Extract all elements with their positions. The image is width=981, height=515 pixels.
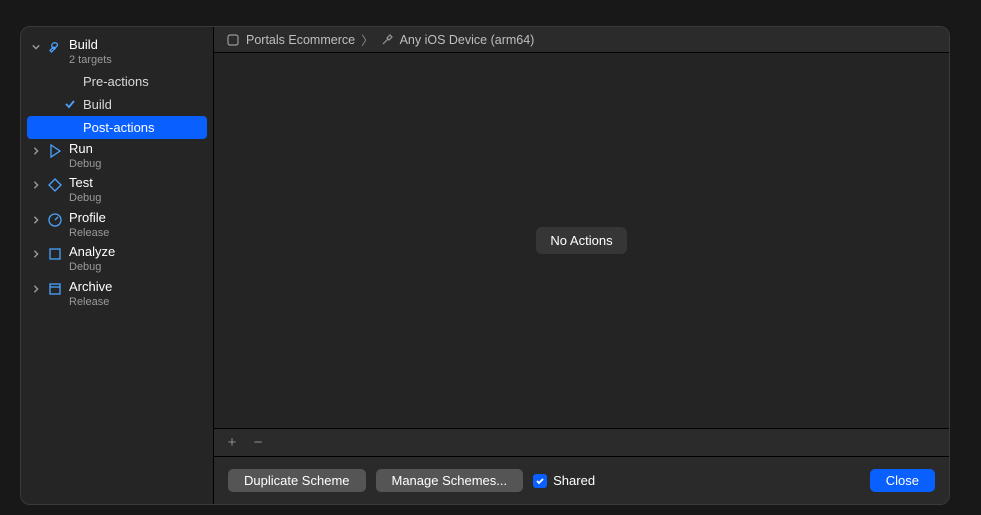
scheme-editor-sheet: Build 2 targets Pre-actions Build Post-a… xyxy=(20,26,950,505)
remove-action-button[interactable]: − xyxy=(250,435,266,450)
breadcrumb-target[interactable]: Any iOS Device (arm64) xyxy=(400,33,535,47)
chevron-right-icon: 〉 xyxy=(361,30,374,49)
sidebar-item-run[interactable]: Run Debug xyxy=(21,139,213,174)
checkmark-icon xyxy=(63,98,77,110)
sidebar-child-post-actions[interactable]: Post-actions xyxy=(27,116,207,139)
chevron-right-icon[interactable] xyxy=(31,146,41,156)
sidebar-item-sublabel: 2 targets xyxy=(69,54,112,67)
chevron-right-icon[interactable] xyxy=(31,284,41,294)
play-icon xyxy=(47,143,63,159)
sidebar-item-analyze[interactable]: Analyze Debug xyxy=(21,242,213,277)
app-icon xyxy=(226,33,240,47)
sidebar-item-archive[interactable]: Archive Release xyxy=(21,277,213,312)
sidebar-item-build[interactable]: Build 2 targets xyxy=(21,35,213,70)
sidebar-child-pre-actions[interactable]: Pre-actions xyxy=(27,70,207,93)
chevron-right-icon[interactable] xyxy=(31,215,41,225)
sidebar-item-sublabel: Release xyxy=(69,296,112,309)
sidebar-item-label: Archive xyxy=(69,280,112,295)
empty-state-label: No Actions xyxy=(536,227,626,254)
breadcrumb: Portals Ecommerce 〉 Any iOS Device (arm6… xyxy=(214,27,949,53)
sidebar-item-label: Analyze xyxy=(69,245,115,260)
close-button[interactable]: Close xyxy=(870,469,935,492)
sidebar-item-label: Profile xyxy=(69,211,109,226)
sidebar-item-profile[interactable]: Profile Release xyxy=(21,208,213,243)
manage-schemes-button[interactable]: Manage Schemes... xyxy=(376,469,524,492)
shared-checkbox[interactable]: Shared xyxy=(533,473,595,488)
chevron-down-icon[interactable] xyxy=(31,42,41,52)
hammer-icon xyxy=(380,33,394,47)
chevron-right-icon[interactable] xyxy=(31,249,41,259)
sidebar-item-label: Pre-actions xyxy=(83,74,149,89)
main-panel: Portals Ecommerce 〉 Any iOS Device (arm6… xyxy=(213,27,949,504)
sidebar-item-sublabel: Debug xyxy=(69,192,101,205)
sidebar-item-label: Run xyxy=(69,142,101,157)
sidebar-item-sublabel: Release xyxy=(69,227,109,240)
actions-content-area: No Actions xyxy=(214,53,949,428)
sidebar-child-build[interactable]: Build xyxy=(27,93,207,116)
sidebar-item-label: Post-actions xyxy=(83,120,155,135)
add-remove-toolbar: + − xyxy=(214,428,949,456)
sidebar-item-label: Build xyxy=(83,97,112,112)
test-diamond-icon xyxy=(47,177,63,193)
archive-icon xyxy=(47,281,63,297)
scheme-sidebar: Build 2 targets Pre-actions Build Post-a… xyxy=(21,27,213,504)
wrench-icon xyxy=(47,39,63,55)
chevron-right-icon[interactable] xyxy=(31,180,41,190)
sheet-footer: Duplicate Scheme Manage Schemes... Share… xyxy=(214,456,949,504)
sidebar-item-label: Build xyxy=(69,38,112,53)
sidebar-item-sublabel: Debug xyxy=(69,158,101,171)
sidebar-item-label: Test xyxy=(69,176,101,191)
duplicate-scheme-button[interactable]: Duplicate Scheme xyxy=(228,469,366,492)
shared-label: Shared xyxy=(553,473,595,488)
add-action-button[interactable]: + xyxy=(224,435,240,450)
breadcrumb-project[interactable]: Portals Ecommerce xyxy=(246,33,355,47)
gauge-icon xyxy=(47,212,63,228)
sidebar-item-test[interactable]: Test Debug xyxy=(21,173,213,208)
analyze-icon xyxy=(47,246,63,262)
checkbox-checked-icon xyxy=(533,474,547,488)
sidebar-item-sublabel: Debug xyxy=(69,261,115,274)
